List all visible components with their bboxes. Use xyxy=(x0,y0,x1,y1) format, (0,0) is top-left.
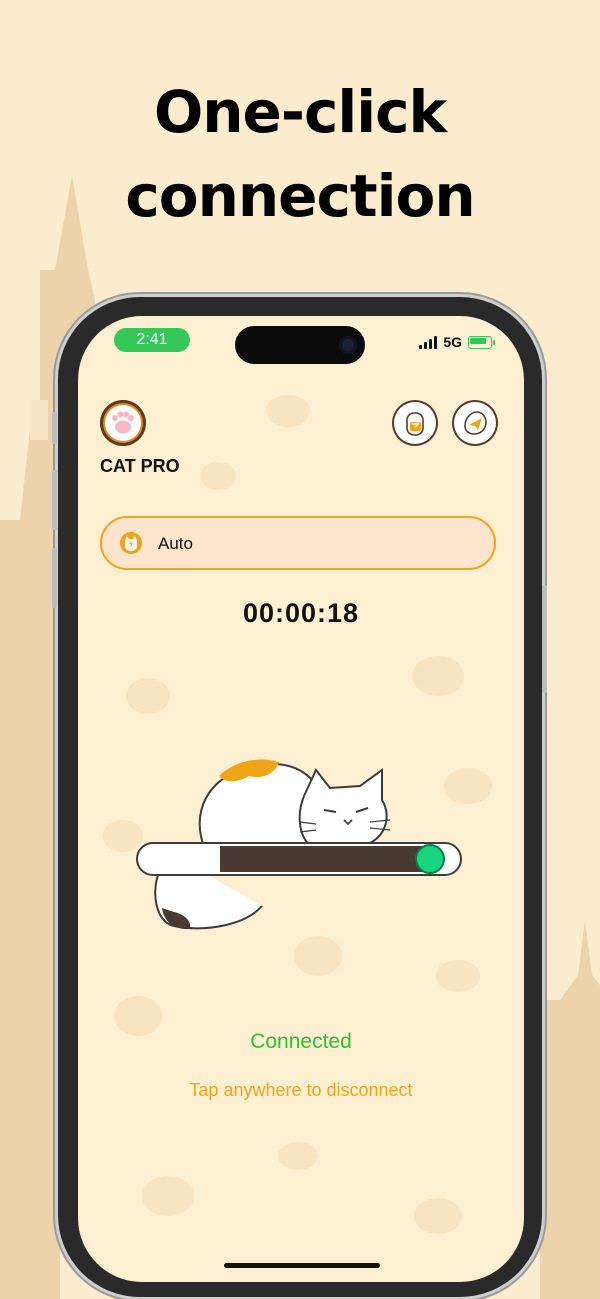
mute-switch xyxy=(52,412,57,444)
dynamic-island xyxy=(235,326,365,364)
telegram-button[interactable] xyxy=(452,400,498,446)
connection-status: Connected xyxy=(250,1030,352,1053)
share-button[interactable] xyxy=(392,400,438,446)
home-indicator[interactable] xyxy=(224,1263,380,1268)
volume-button-1 xyxy=(52,470,57,530)
signal-icon xyxy=(419,335,438,349)
avatar[interactable] xyxy=(100,400,146,446)
phone-screen[interactable]: 2:41 5G CAT PRO Auto 00:00:18 Connected … xyxy=(78,316,524,1282)
volume-button-2 xyxy=(52,548,57,608)
status-time-pill: 2:41 xyxy=(114,328,190,352)
disconnect-hint[interactable]: Tap anywhere to disconnect xyxy=(78,1080,524,1101)
mode-label: Auto xyxy=(158,534,193,553)
connection-slider[interactable] xyxy=(136,842,462,876)
paw-icon xyxy=(112,411,134,434)
headline-line-1: One-click xyxy=(153,78,447,146)
slider-fill xyxy=(220,846,431,872)
mode-selector[interactable]: Auto xyxy=(100,516,496,570)
slider-knob[interactable] xyxy=(417,846,444,872)
headline-line-2: connection xyxy=(125,162,475,230)
cat-bolt-icon xyxy=(120,532,142,554)
paper-plane-icon xyxy=(464,411,487,435)
network-type: 5G xyxy=(443,334,462,350)
camera-icon xyxy=(339,336,357,354)
status-indicators: 5G xyxy=(419,334,495,350)
app-name: CAT PRO xyxy=(100,456,180,476)
battery-icon xyxy=(468,335,495,349)
share-icon xyxy=(406,412,424,436)
connection-timer: 00:00:18 xyxy=(242,598,360,628)
sleeping-cat-illustration xyxy=(154,759,391,930)
power-button xyxy=(542,585,547,693)
